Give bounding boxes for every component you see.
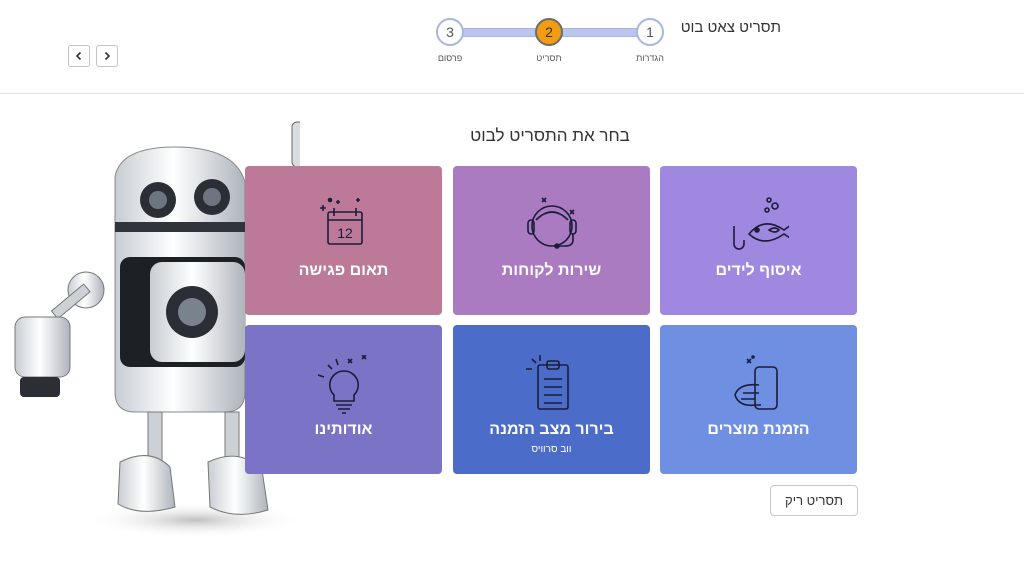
stepper-line (462, 28, 537, 37)
choose-script-heading: בחר את התסריט לבוט (470, 126, 630, 145)
tile-about-us[interactable]: אודותינו (245, 325, 442, 474)
step-label-settings: הגדרות (636, 53, 664, 63)
clipboard-icon (525, 355, 569, 410)
tile-label: תאום פגישה (298, 262, 389, 279)
step-label-script: תסריט (536, 53, 562, 63)
headset-agent-icon (526, 197, 577, 249)
step-number: 3 (446, 24, 454, 40)
tile-sublabel: ווב סרוויס (531, 444, 572, 455)
tile-label: איסוף לידים (715, 262, 802, 279)
phone-tap-icon (733, 355, 778, 410)
empty-script-button[interactable]: תסריט ריק (770, 485, 858, 516)
step-label-publish: פרסום (437, 53, 463, 63)
chevron-right-icon (104, 51, 111, 61)
tile-meeting-scheduling[interactable]: 12 תאום פגישה (245, 166, 442, 315)
fish-hook-icon (732, 197, 789, 250)
lightbulb-icon (317, 355, 367, 414)
next-button[interactable] (96, 45, 118, 67)
calendar-icon: 12 (319, 197, 363, 245)
tile-customer-service[interactable]: שירות לקוחות (453, 166, 650, 315)
prev-button[interactable] (68, 45, 90, 67)
step-number: 2 (545, 24, 553, 40)
chevron-left-icon (75, 51, 82, 61)
step-2-active[interactable]: 2 (535, 18, 563, 46)
tile-label: שירות לקוחות (501, 262, 602, 279)
stepper-line (562, 28, 638, 37)
step-number: 1 (646, 24, 654, 40)
page-title: תסריט צאט בוט (680, 19, 781, 36)
tile-label: בירור מצב הזמנה (489, 421, 614, 438)
top-bar: תסריט צאט בוט 3 2 1 פרסום תסריט הגדרות (0, 0, 1024, 94)
tile-label: הזמנת מוצרים (707, 421, 810, 438)
tile-label: אודותינו (314, 421, 373, 438)
tile-order-status[interactable]: בירור מצב הזמנה ווב סרוויס (453, 325, 650, 474)
tile-lead-collection[interactable]: איסוף לידים (660, 166, 857, 315)
step-1[interactable]: 1 (636, 18, 664, 46)
step-3[interactable]: 3 (436, 18, 464, 46)
calendar-day: 12 (337, 225, 353, 241)
tile-product-ordering[interactable]: הזמנת מוצרים (660, 325, 857, 474)
